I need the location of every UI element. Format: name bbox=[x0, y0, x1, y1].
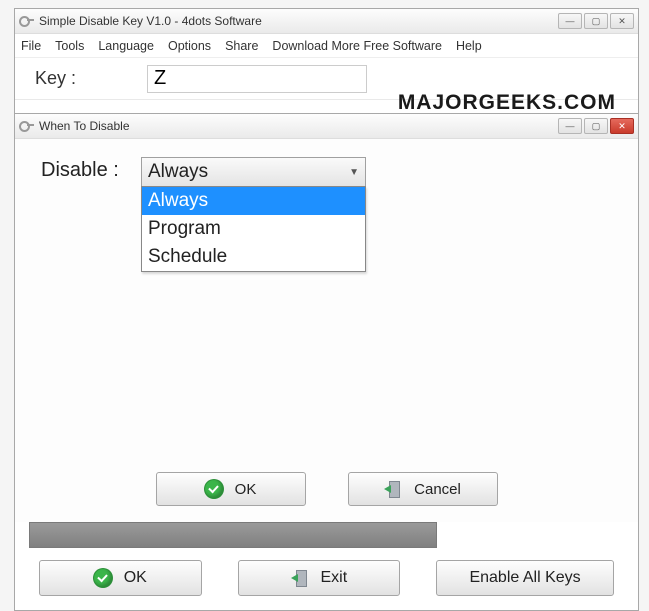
disable-combo-value: Always bbox=[148, 161, 208, 183]
app-icon bbox=[19, 13, 35, 29]
dialog-ok-button[interactable]: OK bbox=[156, 472, 306, 506]
exit-icon bbox=[384, 480, 402, 498]
exit-icon bbox=[291, 569, 309, 587]
check-icon bbox=[205, 480, 223, 498]
menu-language[interactable]: Language bbox=[98, 39, 154, 53]
menu-bar: File Tools Language Options Share Downlo… bbox=[15, 34, 638, 58]
dialog-maximize-button[interactable]: ▢ bbox=[584, 118, 608, 134]
menu-tools[interactable]: Tools bbox=[55, 39, 84, 53]
combo-option-schedule[interactable]: Schedule bbox=[142, 243, 365, 271]
chevron-down-icon: ▼ bbox=[349, 167, 359, 178]
menu-download[interactable]: Download More Free Software bbox=[272, 39, 442, 53]
check-icon bbox=[94, 569, 112, 587]
menu-options[interactable]: Options bbox=[168, 39, 211, 53]
maximize-button[interactable]: ▢ bbox=[584, 13, 608, 29]
dialog-icon bbox=[19, 118, 35, 134]
main-exit-label: Exit bbox=[321, 569, 348, 587]
dialog-minimize-button[interactable]: — bbox=[558, 118, 582, 134]
disable-combo-wrap: Always ▼ Always Program Schedule bbox=[141, 157, 366, 187]
dialog-window-controls: — ▢ ✕ bbox=[558, 118, 634, 134]
main-titlebar[interactable]: Simple Disable Key V1.0 - 4dots Software… bbox=[15, 9, 638, 34]
dialog-cancel-label: Cancel bbox=[414, 481, 461, 498]
combo-option-always[interactable]: Always bbox=[142, 187, 365, 215]
minimize-button[interactable]: — bbox=[558, 13, 582, 29]
key-input[interactable] bbox=[147, 65, 367, 93]
dialog-ok-label: OK bbox=[235, 481, 257, 498]
main-button-row: OK Exit Enable All Keys bbox=[15, 560, 638, 596]
main-ok-button[interactable]: OK bbox=[39, 560, 202, 596]
main-exit-button[interactable]: Exit bbox=[238, 560, 401, 596]
key-label: Key : bbox=[27, 68, 147, 89]
enable-all-keys-button[interactable]: Enable All Keys bbox=[436, 560, 614, 596]
menu-help[interactable]: Help bbox=[456, 39, 482, 53]
list-area[interactable] bbox=[29, 522, 437, 548]
combo-option-program[interactable]: Program bbox=[142, 215, 365, 243]
close-button[interactable]: ✕ bbox=[610, 13, 634, 29]
menu-file[interactable]: File bbox=[21, 39, 41, 53]
enable-all-label: Enable All Keys bbox=[469, 569, 580, 587]
dialog-title: When To Disable bbox=[39, 119, 558, 133]
main-bottom-area: OK Exit Enable All Keys bbox=[14, 522, 639, 611]
menu-share[interactable]: Share bbox=[225, 39, 258, 53]
dialog-cancel-button[interactable]: Cancel bbox=[348, 472, 498, 506]
dialog-body: Disable : Always ▼ Always Program Schedu… bbox=[15, 139, 638, 524]
disable-row: Disable : Always ▼ Always Program Schedu… bbox=[31, 157, 622, 187]
watermark: MAJORGEEKS.COM bbox=[398, 91, 616, 115]
dialog-button-row: OK Cancel bbox=[15, 472, 638, 506]
main-ok-label: OK bbox=[124, 569, 147, 587]
window-controls: — ▢ ✕ bbox=[558, 13, 634, 29]
disable-combo-list: Always Program Schedule bbox=[141, 186, 366, 272]
main-title: Simple Disable Key V1.0 - 4dots Software bbox=[39, 14, 558, 28]
dialog-when-to-disable: When To Disable — ▢ ✕ Disable : Always ▼… bbox=[14, 113, 639, 525]
dialog-close-button[interactable]: ✕ bbox=[610, 118, 634, 134]
disable-label: Disable : bbox=[31, 157, 141, 182]
dialog-titlebar[interactable]: When To Disable — ▢ ✕ bbox=[15, 114, 638, 139]
disable-combobox[interactable]: Always ▼ bbox=[141, 157, 366, 187]
